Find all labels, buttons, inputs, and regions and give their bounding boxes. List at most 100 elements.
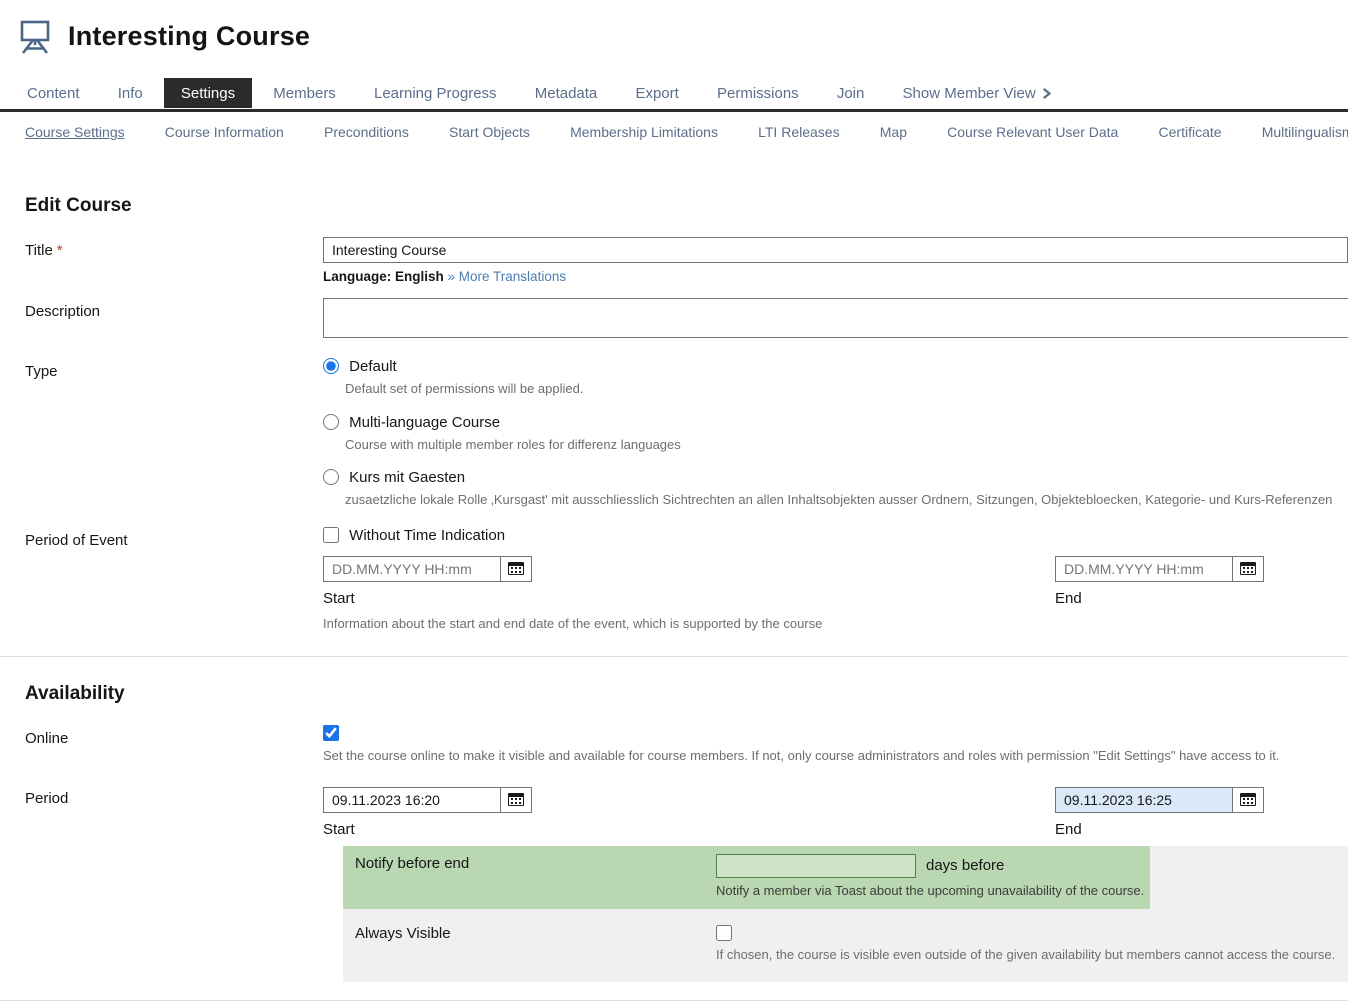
availability-end-sublabel: End (1055, 821, 1265, 838)
online-checkbox[interactable] (323, 725, 339, 741)
calendar-icon (1240, 793, 1256, 806)
availability-period-label: Period (0, 785, 323, 807)
without-time-indication-label: Without Time Indication (349, 527, 505, 544)
subtab-map[interactable]: Map (880, 124, 907, 140)
tab-bar: Content Info Settings Members Learning P… (0, 78, 1348, 112)
availability-start-input[interactable] (323, 787, 501, 813)
calendar-icon (1240, 562, 1256, 575)
type-option-guests-labelwrap: Kurs mit Gaesten (323, 469, 465, 486)
always-visible-row: Always Visible If chosen, the course is … (343, 909, 1348, 982)
type-option-guests: Kurs mit Gaesten zusaetzliche lokale Rol… (323, 469, 1348, 509)
tab-show-member-view-label: Show Member View (903, 85, 1036, 102)
language-label: Language: English (323, 269, 444, 284)
event-start-sublabel: Start (323, 590, 533, 607)
tab-join[interactable]: Join (820, 78, 882, 108)
type-radio-default[interactable] (323, 358, 339, 374)
without-time-indication-labelwrap: Without Time Indication (323, 527, 505, 544)
subtab-multilingualism[interactable]: Multilingualism (1262, 124, 1348, 140)
tab-learning-progress[interactable]: Learning Progress (357, 78, 514, 108)
event-start-input[interactable] (323, 556, 501, 582)
calendar-icon (508, 562, 524, 575)
event-end-input[interactable] (1055, 556, 1233, 582)
availability-start-sublabel: Start (323, 821, 533, 838)
edit-course-heading: Edit Course (25, 195, 1348, 217)
subtab-membership-limitations[interactable]: Membership Limitations (570, 124, 718, 140)
notify-before-end-input[interactable] (716, 854, 916, 878)
description-label: Description (0, 298, 323, 320)
period-of-event-byline: Information about the start and end date… (323, 615, 1348, 633)
availability-sub-block: Notify before end days before Notify a m… (343, 846, 1348, 982)
event-start-calendar-button[interactable] (500, 556, 532, 582)
course-board-icon (14, 16, 54, 56)
availability-end-input[interactable] (1055, 787, 1233, 813)
page-title: Interesting Course (68, 21, 310, 52)
online-label: Online (0, 725, 323, 747)
event-end-sublabel: End (1055, 590, 1265, 607)
subtab-start-objects[interactable]: Start Objects (449, 124, 530, 140)
always-visible-label: Always Visible (343, 925, 716, 942)
availability-end-calendar-button[interactable] (1232, 787, 1264, 813)
title-input[interactable] (323, 237, 1348, 263)
subtab-course-relevant-user-data[interactable]: Course Relevant User Data (947, 124, 1118, 140)
required-asterisk: * (57, 242, 63, 259)
period-of-event-row: Period of Event Without Time Indication … (0, 527, 1348, 633)
tab-export[interactable]: Export (618, 78, 695, 108)
title-row: Title* Language: English » More Translat… (0, 237, 1348, 284)
tab-permissions[interactable]: Permissions (700, 78, 816, 108)
tab-content[interactable]: Content (10, 78, 97, 108)
calendar-icon (508, 793, 524, 806)
without-time-indication-checkbox[interactable] (323, 527, 339, 543)
type-option-default-labelwrap: Default (323, 358, 397, 375)
description-textarea[interactable] (323, 298, 1348, 338)
type-option-multilanguage: Multi-language Course Course with multip… (323, 414, 1348, 454)
always-visible-byline: If chosen, the course is visible even ou… (716, 946, 1348, 964)
subtab-course-information[interactable]: Course Information (165, 124, 284, 140)
availability-heading: Availability (25, 683, 1348, 705)
availability-end-group: End (1055, 787, 1265, 838)
language-line: Language: English » More Translations (323, 269, 1348, 284)
tab-show-member-view[interactable]: Show Member View (886, 78, 1069, 109)
notify-before-end-row: Notify before end days before Notify a m… (343, 846, 1150, 910)
availability-start-group: Start (323, 787, 533, 838)
subtab-course-settings[interactable]: Course Settings (25, 124, 125, 140)
event-end-calendar-button[interactable] (1232, 556, 1264, 582)
availability-period-row: Period Start End (0, 785, 1348, 838)
title-label: Title* (0, 237, 323, 259)
type-label: Type (0, 358, 323, 380)
type-radio-multilanguage[interactable] (323, 414, 339, 430)
notify-before-end-byline: Notify a member via Toast about the upco… (716, 882, 1150, 900)
type-option-default-byline: Default set of permissions will be appli… (345, 380, 1348, 398)
type-row: Type Default Default set of permissions … (0, 358, 1348, 509)
online-byline: Set the course online to make it visible… (323, 747, 1348, 765)
type-option-multilanguage-label: Multi-language Course (349, 414, 500, 431)
subtab-certificate[interactable]: Certificate (1159, 124, 1222, 140)
type-option-default: Default Default set of permissions will … (323, 358, 1348, 398)
tab-members[interactable]: Members (256, 78, 353, 108)
type-option-default-label: Default (349, 358, 397, 375)
title-label-text: Title (25, 242, 53, 259)
type-option-multilanguage-labelwrap: Multi-language Course (323, 414, 500, 431)
subtab-preconditions[interactable]: Preconditions (324, 124, 409, 140)
section-divider (0, 656, 1348, 657)
availability-date-line: Start End (323, 787, 1348, 838)
subtab-lti-releases[interactable]: LTI Releases (758, 124, 839, 140)
type-option-guests-byline: zusaetzliche lokale Rolle ‚Kursgast' mit… (345, 491, 1348, 509)
type-option-multilanguage-byline: Course with multiple member roles for di… (345, 436, 1348, 454)
availability-start-calendar-button[interactable] (500, 787, 532, 813)
description-row: Description (0, 298, 1348, 338)
notify-before-end-suffix: days before (926, 857, 1004, 874)
tab-metadata[interactable]: Metadata (518, 78, 615, 108)
tab-info[interactable]: Info (101, 78, 160, 108)
page-header: Interesting Course (0, 0, 1348, 56)
subtab-bar: Course Settings Course Information Preco… (0, 112, 1348, 153)
type-option-guests-label: Kurs mit Gaesten (349, 469, 465, 486)
event-date-line: Start End (323, 556, 1348, 607)
type-radio-guests[interactable] (323, 469, 339, 485)
notify-before-end-label: Notify before end (343, 854, 716, 872)
tab-settings[interactable]: Settings (164, 78, 252, 108)
more-translations-link[interactable]: » More Translations (448, 269, 567, 284)
event-end-group: End (1055, 556, 1265, 607)
event-start-group: Start (323, 556, 533, 607)
always-visible-checkbox[interactable] (716, 925, 732, 941)
period-of-event-label: Period of Event (0, 527, 323, 549)
